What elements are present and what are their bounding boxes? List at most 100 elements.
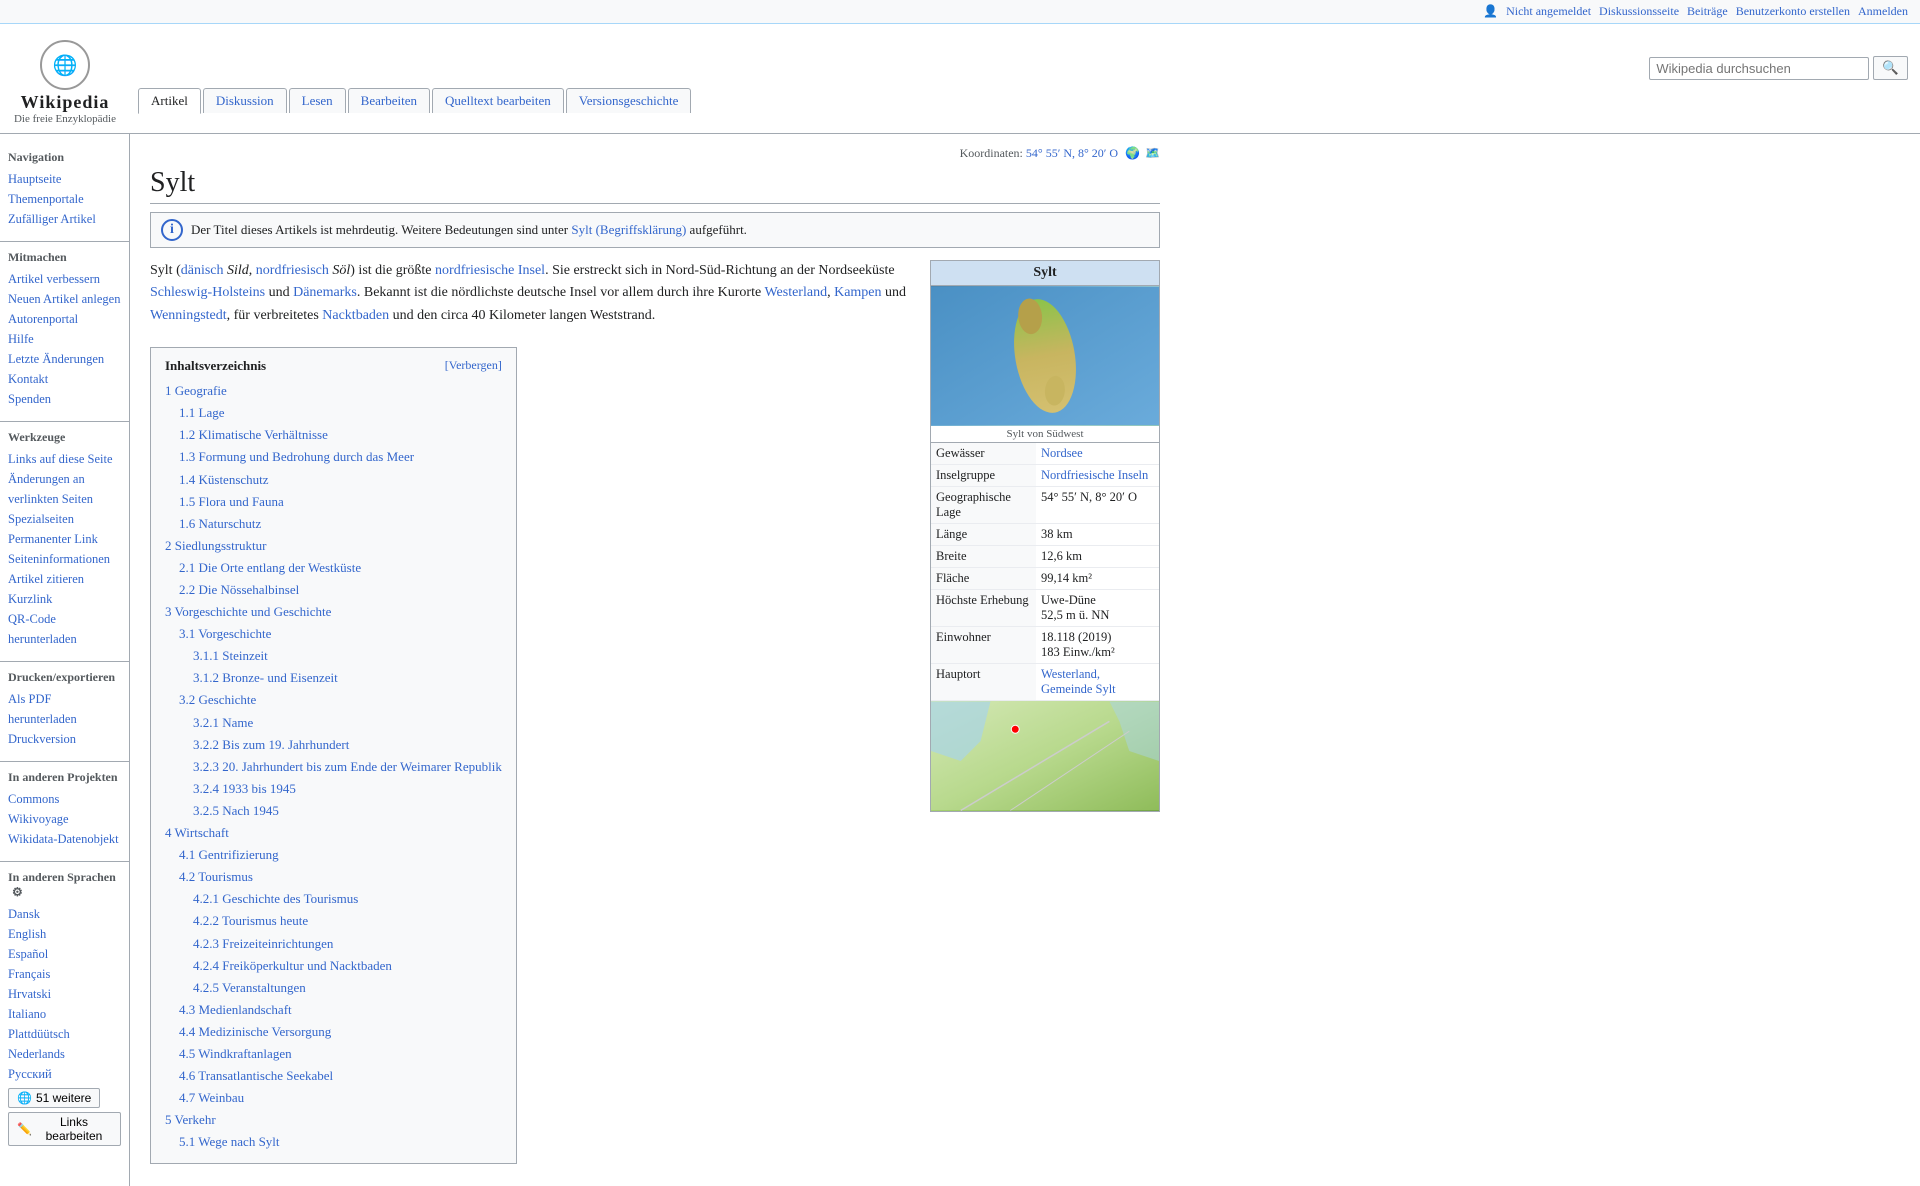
toc-item[interactable]: 5.1 Wege nach Sylt	[179, 1131, 502, 1153]
daenemarks-link[interactable]: Dänemarks	[293, 285, 357, 300]
sidebar-item-autorenportal[interactable]: Autorenportal	[8, 309, 121, 329]
toc-hide-button[interactable]: [Verbergen]	[445, 358, 502, 374]
languages-settings-icon[interactable]: ⚙	[12, 885, 23, 899]
toc-item[interactable]: 2 Siedlungsstruktur	[165, 535, 502, 557]
create-account-link[interactable]: Benutzerkonto erstellen	[1736, 4, 1850, 19]
toc-item[interactable]: 1.4 Küstenschutz	[179, 469, 502, 491]
toc-item[interactable]: 4.2 Tourismus	[179, 866, 502, 888]
sidebar-item-seiteninformationen[interactable]: Seiteninformationen	[8, 549, 121, 569]
sidebar-item-artikel-zitieren[interactable]: Artikel zitieren	[8, 569, 121, 589]
sidebar-item-espanol[interactable]: Español	[8, 944, 121, 964]
toc-item[interactable]: 3.2.2 Bis zum 19. Jahrhundert	[193, 734, 502, 756]
toc-item[interactable]: 1.5 Flora und Fauna	[179, 491, 502, 513]
sidebar-item-permanenter-link[interactable]: Permanenter Link	[8, 529, 121, 549]
more-languages-button[interactable]: 🌐 51 weitere	[8, 1088, 100, 1108]
toc-item[interactable]: 4.2.3 Freizeiteinrichtungen	[193, 933, 502, 955]
sidebar-item-neuen-artikel[interactable]: Neuen Artikel anlegen	[8, 289, 121, 309]
sidebar-item-nederlands[interactable]: Nederlands	[8, 1044, 121, 1064]
sidebar-item-aenderungen-verlinkte[interactable]: Änderungen an verlinkten Seiten	[8, 469, 121, 509]
sidebar-item-spenden[interactable]: Spenden	[8, 389, 121, 409]
sidebar-item-russian[interactable]: Русский	[8, 1064, 121, 1084]
disambiguation-link[interactable]: Sylt (Begriffsklärung)	[571, 222, 686, 237]
sidebar-item-hrvatski[interactable]: Hrvatski	[8, 984, 121, 1004]
toc-item[interactable]: 3 Vorgeschichte und Geschichte	[165, 601, 502, 623]
toc-item[interactable]: 4.7 Weinbau	[179, 1087, 502, 1109]
sidebar-item-themenportale[interactable]: Themenportale	[8, 189, 121, 209]
edit-links-button[interactable]: ✏️ Links bearbeiten	[8, 1112, 121, 1146]
toc-item[interactable]: 4.2.2 Tourismus heute	[193, 910, 502, 932]
infobox-value[interactable]: Westerland, Gemeinde Sylt	[1036, 664, 1159, 700]
sidebar-item-hilfe[interactable]: Hilfe	[8, 329, 121, 349]
nordfries-insel-link[interactable]: nordfriesische Insel	[435, 263, 545, 278]
toc-item[interactable]: 4.3 Medienlandschaft	[179, 999, 502, 1021]
sidebar-item-links[interactable]: Links auf diese Seite	[8, 449, 121, 469]
toc-item[interactable]: 3.2.4 1933 bis 1945	[193, 778, 502, 800]
search-button[interactable]: 🔍	[1873, 56, 1908, 80]
toc-item[interactable]: 3.2 Geschichte	[179, 689, 502, 711]
sidebar-item-verbessern[interactable]: Artikel verbessern	[8, 269, 121, 289]
infobox-row: Höchste ErhebungUwe-Düne 52,5 m ü. NN	[931, 590, 1159, 627]
toc-item[interactable]: 1.6 Naturschutz	[179, 513, 502, 535]
toc-item[interactable]: 3.1 Vorgeschichte	[179, 623, 502, 645]
discussion-link[interactable]: Diskussionsseite	[1599, 4, 1679, 19]
sidebar-item-kurzlink[interactable]: Kurzlink	[8, 589, 121, 609]
sidebar-item-wikivoyage[interactable]: Wikivoyage	[8, 809, 121, 829]
infobox-value[interactable]: Nordsee	[1036, 443, 1159, 464]
toc-item[interactable]: 3.2.5 Nach 1945	[193, 800, 502, 822]
sidebar-item-spezialseiten[interactable]: Spezialseiten	[8, 509, 121, 529]
sidebar-item-dansk[interactable]: Dansk	[8, 904, 121, 924]
coordinates-label: Koordinaten:	[960, 146, 1023, 160]
toc-item[interactable]: 1.1 Lage	[179, 402, 502, 424]
sidebar-item-plattduutsch[interactable]: Plattdüütsch	[8, 1024, 121, 1044]
toc-item[interactable]: 4.5 Windkraftanlagen	[179, 1043, 502, 1065]
toc-item[interactable]: 4.2.1 Geschichte des Tourismus	[193, 888, 502, 910]
sidebar-item-commons[interactable]: Commons	[8, 789, 121, 809]
sidebar-item-francais[interactable]: Français	[8, 964, 121, 984]
toc-item[interactable]: 3.2.1 Name	[193, 712, 502, 734]
sidebar-item-italiano[interactable]: Italiano	[8, 1004, 121, 1024]
kampen-link[interactable]: Kampen	[834, 285, 881, 300]
sidebar-item-letzte-aenderungen[interactable]: Letzte Änderungen	[8, 349, 121, 369]
tab-source-edit[interactable]: Quelltext bearbeiten	[432, 88, 564, 113]
tab-history[interactable]: Versionsgeschichte	[566, 88, 692, 113]
sidebar-item-hauptseite[interactable]: Hauptseite	[8, 169, 121, 189]
toc-item[interactable]: 3.1.2 Bronze- und Eisenzeit	[193, 667, 502, 689]
infobox-map	[931, 701, 1159, 811]
login-link[interactable]: Anmelden	[1858, 4, 1908, 19]
tab-discussion[interactable]: Diskussion	[203, 88, 287, 113]
sidebar-item-druckversion[interactable]: Druckversion	[8, 729, 121, 749]
danisch-link[interactable]: dänisch	[181, 263, 224, 278]
toc-item[interactable]: 4.2.4 Freiköperkultur und Nacktbaden	[193, 955, 502, 977]
toc-item[interactable]: 1.3 Formung und Bedrohung durch das Meer	[179, 446, 502, 468]
toc-item[interactable]: 1 Geografie	[165, 380, 502, 402]
tab-read[interactable]: Lesen	[289, 88, 346, 113]
sidebar-item-qr-code[interactable]: QR-Code herunterladen	[8, 609, 121, 649]
coordinates-value[interactable]: 54° 55′ N, 8° 20′ O	[1026, 146, 1118, 160]
sidebar-item-zufaellig[interactable]: Zufälliger Artikel	[8, 209, 121, 229]
sidebar-item-pdf[interactable]: Als PDF herunterladen	[8, 689, 121, 729]
tab-article[interactable]: Artikel	[138, 88, 201, 114]
toc-item[interactable]: 5 Verkehr	[165, 1109, 502, 1131]
toc-item[interactable]: 4 Wirtschaft	[165, 822, 502, 844]
toc-item[interactable]: 4.2.5 Veranstaltungen	[193, 977, 502, 999]
sidebar-item-kontakt[interactable]: Kontakt	[8, 369, 121, 389]
sidebar-item-wikidata[interactable]: Wikidata-Datenobjekt	[8, 829, 121, 849]
westerland-link[interactable]: Westerland	[764, 285, 827, 300]
toc-item[interactable]: 4.1 Gentrifizierung	[179, 844, 502, 866]
toc-item[interactable]: 3.2.3 20. Jahrhundert bis zum Ende der W…	[193, 756, 502, 778]
toc-item[interactable]: 2.2 Die Nössehalbinsel	[179, 579, 502, 601]
search-input[interactable]	[1649, 57, 1869, 80]
toc-item[interactable]: 4.6 Transatlantische Seekabel	[179, 1065, 502, 1087]
tab-edit[interactable]: Bearbeiten	[348, 88, 430, 113]
toc-item[interactable]: 2.1 Die Orte entlang der Westküste	[179, 557, 502, 579]
nacktbaden-link[interactable]: Nacktbaden	[322, 308, 389, 323]
toc-item[interactable]: 3.1.1 Steinzeit	[193, 645, 502, 667]
toc-item[interactable]: 1.2 Klimatische Verhältnisse	[179, 424, 502, 446]
infobox-value[interactable]: Nordfriesische Inseln	[1036, 465, 1159, 486]
wenningstedt-link[interactable]: Wenningstedt	[150, 308, 227, 323]
schleswig-holstein-link[interactable]: Schleswig-Holsteins	[150, 285, 265, 300]
toc-item[interactable]: 4.4 Medizinische Versorgung	[179, 1021, 502, 1043]
sidebar-item-english[interactable]: English	[8, 924, 121, 944]
contributions-link[interactable]: Beiträge	[1687, 4, 1728, 19]
nordfriesisch-link[interactable]: nordfriesisch	[256, 263, 329, 278]
